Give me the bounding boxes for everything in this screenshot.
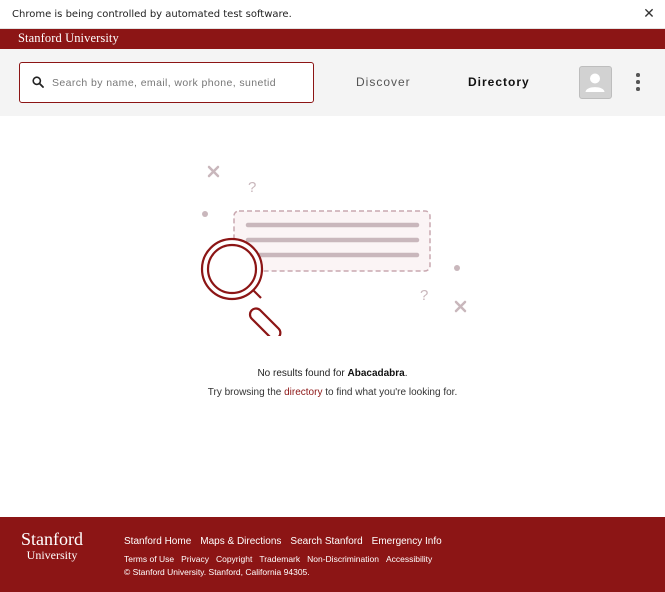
- brand-bar: Stanford University: [0, 29, 665, 49]
- decorative-dot-icon: [202, 211, 208, 217]
- decorative-x-icon: [454, 300, 467, 313]
- browse-suffix: to find what you're looking for.: [322, 387, 458, 398]
- footer-logo-line1: Stanford: [21, 529, 83, 549]
- decorative-dot-icon: [454, 265, 460, 271]
- footer-link-maps-directions[interactable]: Maps & Directions: [200, 536, 281, 547]
- search-query: Abacadabra: [347, 368, 405, 379]
- no-results-prefix: No results found for: [257, 368, 348, 379]
- decorative-question-icon: ?: [248, 179, 256, 196]
- no-results-message: No results found for Abacadabra.: [0, 368, 665, 379]
- footer-link-emergency-info[interactable]: Emergency Info: [372, 536, 442, 547]
- nav-directory[interactable]: Directory: [468, 75, 530, 89]
- search-icon: [32, 76, 44, 88]
- infobar-close-icon[interactable]: ✕: [641, 5, 657, 21]
- directory-link[interactable]: directory: [284, 387, 322, 398]
- decorative-question-icon: ?: [420, 287, 428, 304]
- infobar-message: Chrome is being controlled by automated …: [12, 9, 292, 20]
- footer-link-terms[interactable]: Terms of Use: [124, 554, 174, 564]
- footer-copyright: © Stanford University. Stanford, Califor…: [124, 567, 310, 577]
- automation-infobar: Chrome is being controlled by automated …: [0, 0, 665, 29]
- no-results-suffix: .: [404, 368, 408, 379]
- footer-link-privacy[interactable]: Privacy: [181, 554, 209, 564]
- more-menu-icon[interactable]: [630, 71, 646, 93]
- search-box[interactable]: [19, 62, 314, 103]
- footer-link-trademark[interactable]: Trademark: [259, 554, 300, 564]
- decorative-x-icon: [207, 165, 220, 178]
- no-results-illustration: ? ?: [200, 165, 467, 336]
- header: Discover Directory: [0, 49, 665, 116]
- footer-link-stanford-home[interactable]: Stanford Home: [124, 536, 191, 547]
- footer-secondary-links: Terms of Use Privacy Copyright Trademark Non…: [124, 549, 439, 567]
- footer-link-search-stanford[interactable]: Search Stanford: [290, 536, 362, 547]
- footer-logo-line2: University: [26, 548, 78, 562]
- footer-link-accessibility[interactable]: Accessibility: [386, 554, 432, 564]
- search-input[interactable]: [50, 69, 309, 97]
- footer: Stanford University Stanford Home Maps & …: [0, 517, 665, 592]
- browse-suggestion: Try browsing the directory to find what …: [0, 387, 665, 398]
- stanford-wordmark[interactable]: Stanford University: [18, 31, 119, 46]
- avatar[interactable]: [579, 66, 612, 99]
- footer-link-non-discrimination[interactable]: Non-Discrimination: [307, 554, 379, 564]
- footer-logo[interactable]: Stanford University: [21, 530, 83, 561]
- footer-link-copyright[interactable]: Copyright: [216, 554, 252, 564]
- footer-primary-links: Stanford Home Maps & Directions Search Sta…: [124, 531, 451, 549]
- browse-prefix: Try browsing the: [207, 387, 285, 398]
- nav-discover[interactable]: Discover: [356, 75, 411, 89]
- user-icon: [585, 73, 605, 92]
